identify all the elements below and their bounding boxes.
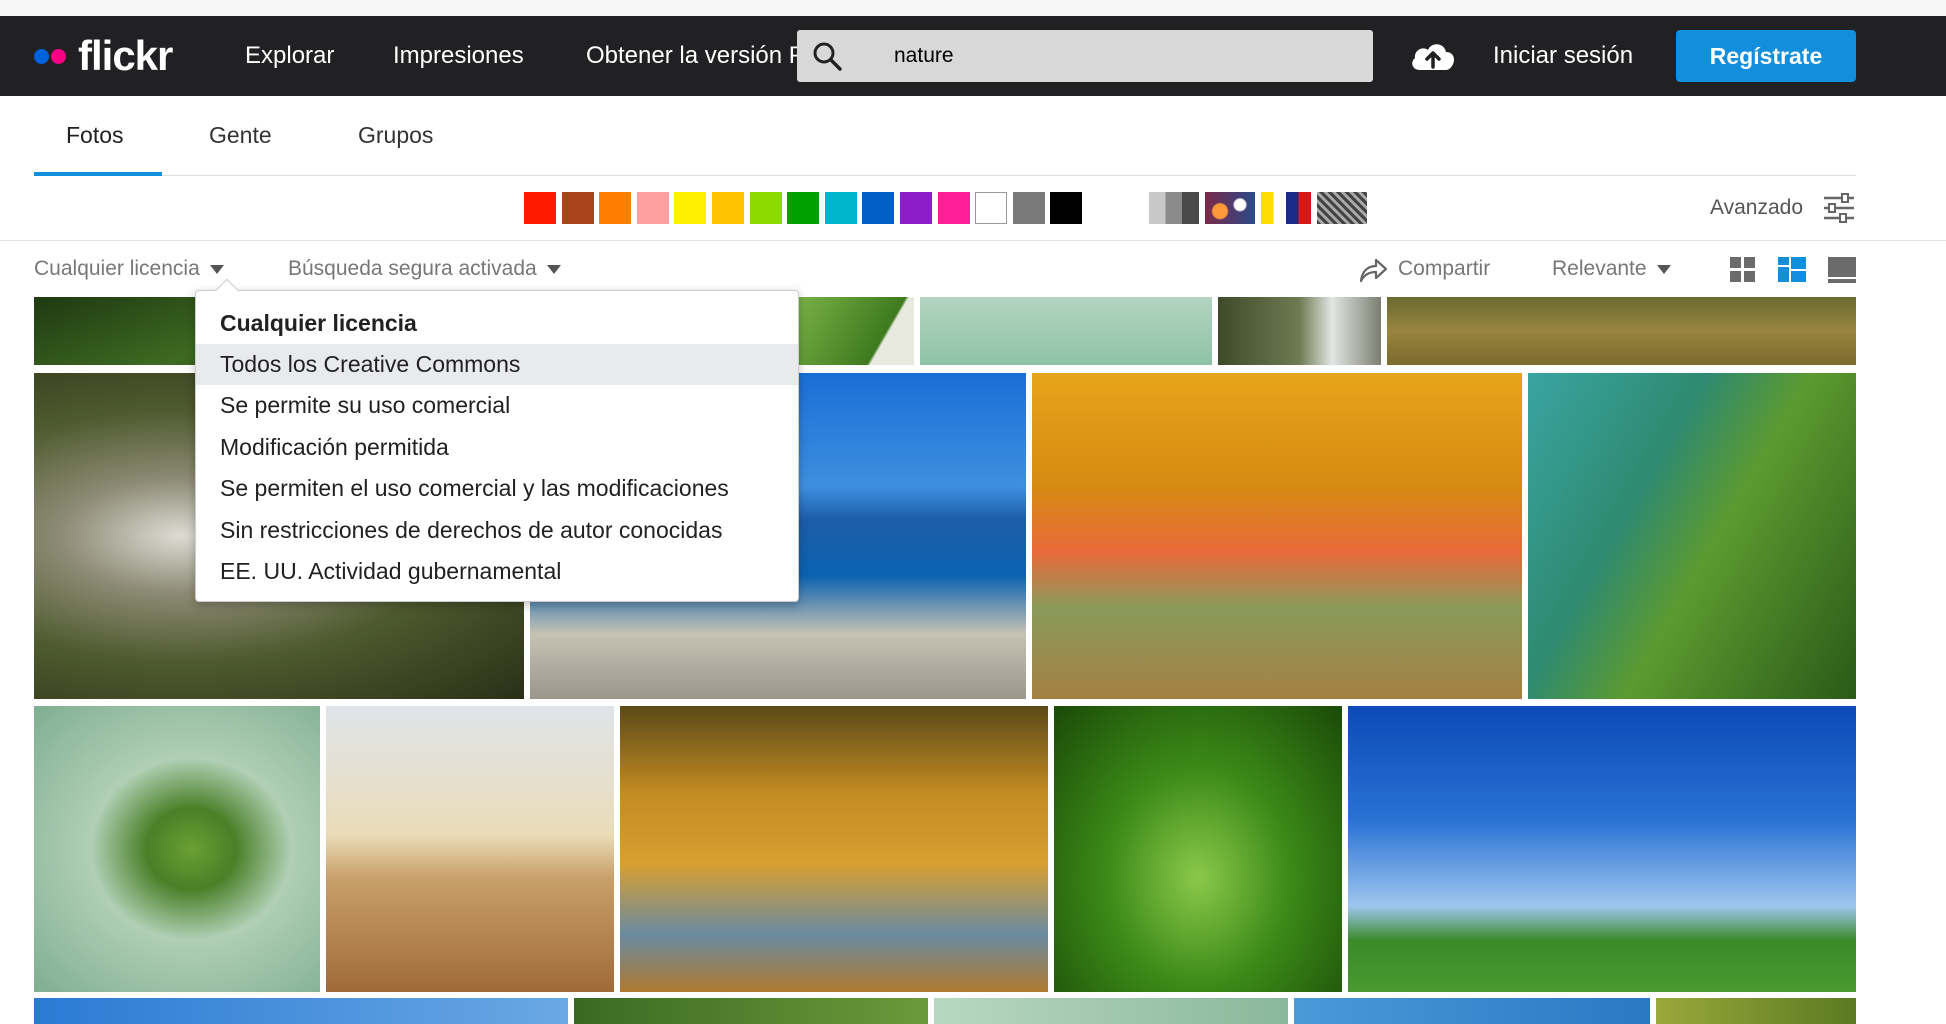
license-option-modifications[interactable]: Modificación permitida (196, 427, 798, 468)
photo-person-on-pier[interactable] (326, 706, 614, 992)
photo-blue-sky-field[interactable] (1348, 706, 1856, 992)
license-option-any[interactable]: Cualquier licencia (196, 303, 798, 344)
photo-green-leaf-edge[interactable] (796, 297, 914, 365)
photo-autumn-trees-park[interactable] (1032, 373, 1522, 699)
license-option-commercial-and-mods[interactable]: Se permiten el uso comercial y las modif… (196, 468, 798, 509)
photo-bottom-row-1[interactable] (34, 998, 568, 1024)
license-option-no-known-copyright[interactable]: Sin restricciones de derechos de autor c… (196, 510, 798, 551)
photo-bottom-row-3[interactable] (934, 998, 1288, 1024)
photo-leaf-closeup[interactable] (1528, 373, 1856, 699)
license-option-us-government[interactable]: EE. UU. Actividad gubernamental (196, 551, 798, 592)
photo-bottom-row-5[interactable] (1656, 998, 1856, 1024)
license-menu: Cualquier licencia Todos los Creative Co… (195, 278, 799, 602)
photo-bottom-row-4[interactable] (1294, 998, 1650, 1024)
photo-waterfall-moss[interactable] (1218, 297, 1381, 365)
photo-autumn-reflection[interactable] (620, 706, 1048, 992)
photo-autumn-lawn[interactable] (1387, 297, 1856, 365)
photo-bottom-row-2[interactable] (574, 998, 928, 1024)
photo-leaf-on-green[interactable] (34, 706, 320, 992)
license-option-commercial[interactable]: Se permite su uso comercial (196, 385, 798, 426)
photo-pale-green-leaf[interactable] (920, 297, 1212, 365)
photo-clover-sprout[interactable] (1054, 706, 1342, 992)
license-option-all-cc[interactable]: Todos los Creative Commons (196, 344, 798, 385)
